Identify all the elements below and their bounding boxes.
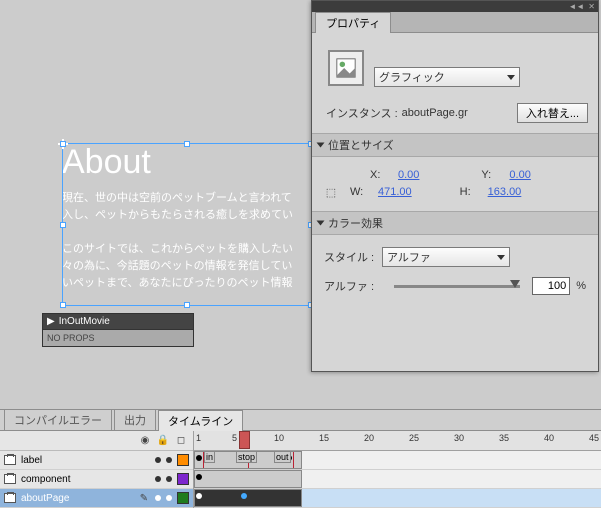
about-body: 現在、世の中は空前のペットブームと言われて 入し、ペットからもたらされる癒しを求… bbox=[62, 190, 312, 292]
color-swatch[interactable] bbox=[177, 454, 189, 466]
pencil-icon: ✎ bbox=[138, 492, 150, 504]
layer-icon bbox=[4, 455, 16, 465]
w-value[interactable]: 471.00 bbox=[378, 186, 412, 198]
twirl-icon bbox=[317, 143, 325, 148]
x-value[interactable]: 0.00 bbox=[398, 169, 419, 181]
track-label[interactable]: in stop out bbox=[194, 451, 601, 470]
h-label: H: bbox=[460, 186, 482, 198]
chevron-down-icon bbox=[497, 255, 505, 260]
lock-icon[interactable]: 🔒 bbox=[157, 435, 169, 447]
panel-titlebar[interactable]: ◄◄ ✕ bbox=[312, 1, 598, 12]
debug-body: NO PROPS bbox=[43, 330, 193, 346]
track-aboutpage[interactable] bbox=[194, 489, 601, 508]
outline-icon[interactable]: ◻ bbox=[175, 435, 187, 447]
style-label: スタイル : bbox=[324, 249, 376, 265]
slider-thumb-icon[interactable] bbox=[510, 280, 520, 288]
tab-output[interactable]: 出力 bbox=[114, 409, 156, 430]
alpha-value[interactable] bbox=[532, 277, 570, 295]
swap-button[interactable]: 入れ替え... bbox=[517, 103, 588, 123]
percent-label: % bbox=[576, 280, 586, 292]
about-text-block[interactable]: About 現在、世の中は空前のペットブームと言われて 入し、ペットからもたらさ… bbox=[62, 143, 312, 292]
color-style-select[interactable]: アルファ bbox=[382, 247, 510, 267]
section-position-size[interactable]: 位置とサイズ bbox=[312, 133, 598, 157]
instance-label: インスタンス : bbox=[326, 105, 398, 121]
layer-row-label[interactable]: label bbox=[0, 451, 193, 470]
debug-popup[interactable]: ▶ InOutMovie NO PROPS bbox=[42, 313, 194, 347]
bottom-tabs: コンパイルエラー 出力 タイムライン bbox=[0, 410, 601, 431]
graphic-symbol-icon bbox=[328, 50, 364, 86]
playhead[interactable] bbox=[239, 431, 250, 449]
layer-list: ◉ 🔒 ◻ label component aboutPage ✎ bbox=[0, 431, 194, 508]
track-component[interactable] bbox=[194, 470, 601, 489]
symbol-type-select[interactable]: グラフィック bbox=[374, 67, 520, 87]
frame-ruler[interactable]: 1 5 10 15 20 25 30 35 40 45 bbox=[194, 431, 601, 451]
tab-compile-errors[interactable]: コンパイルエラー bbox=[4, 409, 112, 430]
debug-header: ▶ InOutMovie bbox=[43, 314, 193, 330]
resize-handle[interactable] bbox=[184, 302, 190, 308]
collapse-icon[interactable]: ◄◄ bbox=[568, 3, 584, 11]
properties-panel: ◄◄ ✕ プロパティ グラフィック インスタンス : aboutPage.gr … bbox=[311, 0, 599, 372]
twirl-icon bbox=[317, 221, 325, 226]
y-label: Y: bbox=[481, 169, 503, 181]
instance-value: aboutPage.gr bbox=[402, 107, 468, 119]
close-icon[interactable]: ✕ bbox=[588, 3, 595, 11]
color-swatch[interactable] bbox=[177, 492, 189, 504]
x-label: X: bbox=[370, 169, 392, 181]
tab-properties[interactable]: プロパティ bbox=[315, 12, 391, 33]
play-icon: ▶ bbox=[47, 316, 55, 327]
panel-tabs: プロパティ bbox=[312, 12, 598, 33]
bottom-panel: コンパイルエラー 出力 タイムライン ◉ 🔒 ◻ label component bbox=[0, 409, 601, 508]
layer-header: ◉ 🔒 ◻ bbox=[0, 431, 193, 451]
y-value[interactable]: 0.00 bbox=[509, 169, 530, 181]
section-color-effect[interactable]: カラー効果 bbox=[312, 211, 598, 235]
w-label: W: bbox=[350, 186, 372, 198]
tab-timeline[interactable]: タイムライン bbox=[158, 410, 243, 431]
alpha-label: アルファ : bbox=[324, 278, 382, 294]
link-constrain-icon[interactable]: ⬚ bbox=[324, 185, 338, 199]
resize-handle[interactable] bbox=[60, 302, 66, 308]
about-title: About bbox=[62, 143, 312, 182]
layer-icon bbox=[4, 474, 16, 484]
frames-area[interactable]: 1 5 10 15 20 25 30 35 40 45 in stop out bbox=[194, 431, 601, 508]
alpha-slider[interactable] bbox=[394, 285, 520, 288]
color-swatch[interactable] bbox=[177, 473, 189, 485]
chevron-down-icon bbox=[507, 75, 515, 80]
layer-row-aboutpage[interactable]: aboutPage ✎ bbox=[0, 489, 193, 508]
eye-icon[interactable]: ◉ bbox=[139, 435, 151, 447]
layer-icon bbox=[4, 493, 16, 503]
h-value[interactable]: 163.00 bbox=[488, 186, 522, 198]
layer-row-component[interactable]: component bbox=[0, 470, 193, 489]
